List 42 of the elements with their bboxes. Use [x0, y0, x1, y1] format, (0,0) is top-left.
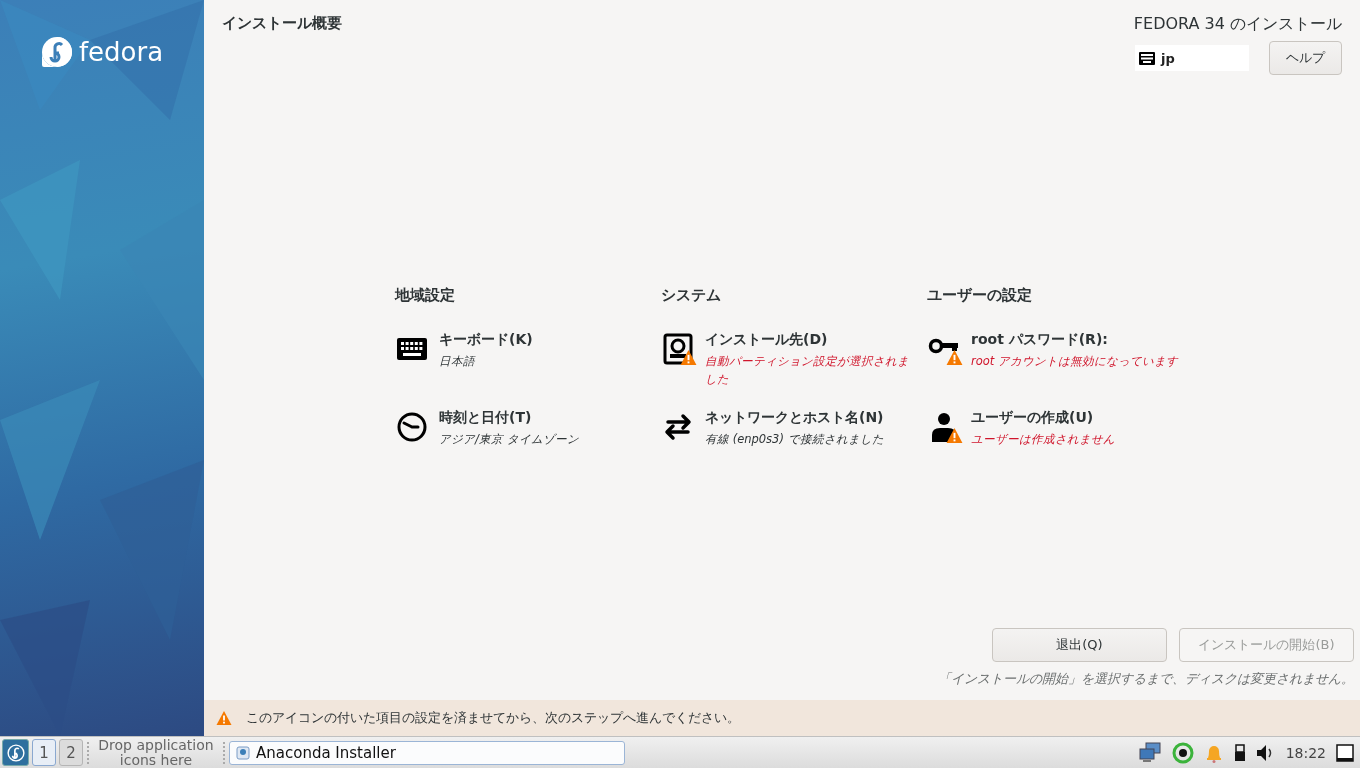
workspace-button[interactable]: 1: [32, 739, 56, 766]
app-icon: [236, 745, 250, 760]
spoke-status: 有線 (enp0s3) で接続されました: [705, 431, 885, 448]
category-title: システム: [661, 286, 722, 305]
warning-message: このアイコンの付いた項目の設定を済ませてから、次のステップへ進んでください。: [246, 709, 740, 727]
spoke-title[interactable]: ネットワークとホスト名(N): [705, 409, 917, 427]
logo-text: fedora: [78, 37, 164, 67]
keyboard-layout-indicator[interactable]: jp: [1135, 45, 1249, 71]
clock-icon: [396, 411, 428, 443]
spoke-status: アジア/東京 タイムゾーン: [439, 431, 580, 448]
clock-text: 18:22: [1285, 744, 1326, 761]
keyboard-icon: [1139, 51, 1155, 65]
category-title: 地域設定: [395, 286, 456, 305]
quit-button[interactable]: 退出(Q): [992, 628, 1167, 662]
workspace-button[interactable]: 2: [59, 739, 83, 766]
spoke-status: 日本語: [439, 353, 477, 370]
help-button[interactable]: ヘルプ: [1269, 41, 1342, 75]
spoke-title[interactable]: 時刻と日付(T): [439, 409, 651, 427]
fedora-logo-icon: [6, 743, 25, 762]
launcher-drop-hint: Drop application icons here: [97, 737, 215, 768]
show-desktop-icon[interactable]: [1336, 743, 1354, 762]
network-computers-icon[interactable]: [1137, 741, 1162, 764]
fedora-logo-icon: [40, 36, 73, 68]
task-button[interactable]: Anaconda Installer: [229, 740, 625, 765]
task-label: Anaconda Installer: [256, 743, 396, 762]
spoke-title[interactable]: root パスワード(R):: [971, 331, 1183, 349]
usb-drive-icon[interactable]: [1233, 743, 1246, 762]
spoke-status: ユーザーは作成されません: [971, 431, 1116, 448]
page-title: インストール概要: [222, 14, 342, 34]
spoke-title[interactable]: ユーザーの作成(U): [971, 409, 1183, 427]
product-title: FEDORA 34 のインストール: [1133, 14, 1342, 35]
record-icon[interactable]: [1171, 741, 1194, 764]
warning-icon: [216, 710, 232, 726]
spoke-title[interactable]: キーボード(K): [439, 331, 651, 349]
layout-label: jp: [1161, 50, 1175, 66]
start-menu-button[interactable]: [2, 739, 29, 766]
spoke-title[interactable]: インストール先(D): [705, 331, 917, 349]
arrows-icon: [662, 411, 694, 443]
disk-note: 「インストールの開始」を選択するまで、ディスクは変更されません。: [938, 670, 1354, 688]
category-title: ユーザーの設定: [927, 286, 1033, 305]
spoke-status: 自動パーティション設定が選択されました: [705, 353, 910, 388]
spoke-status: root アカウントは無効になっています: [971, 353, 1180, 370]
